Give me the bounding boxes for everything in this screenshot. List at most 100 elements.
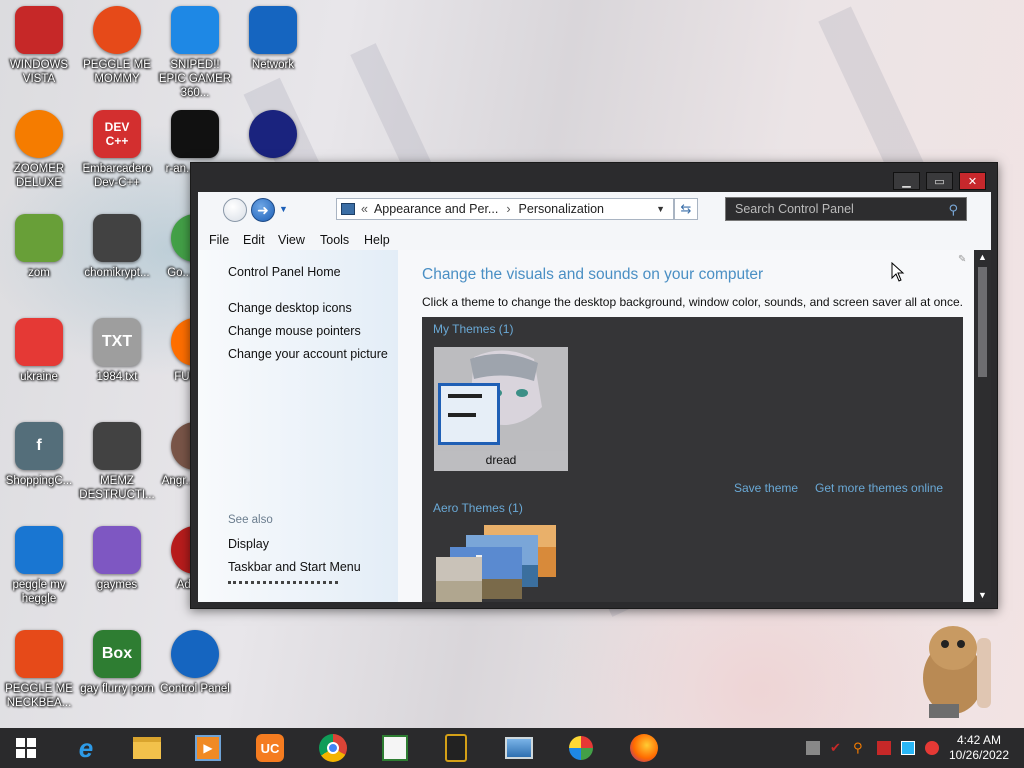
- search-input[interactable]: Search Control Panel ⚲: [725, 197, 967, 221]
- desktop-icon[interactable]: Control Panel: [156, 630, 234, 696]
- desktop-icon[interactable]: [234, 110, 312, 162]
- minimize-button[interactable]: ▁: [893, 172, 920, 190]
- tray-search-icon[interactable]: ⚲: [853, 741, 867, 755]
- menu-tools[interactable]: Tools: [320, 233, 349, 247]
- desktop-icon[interactable]: gaymes: [78, 526, 156, 592]
- chrome-taskbar-icon[interactable]: [317, 732, 349, 764]
- desktop-icon-label: WINDOWS VISTA: [9, 59, 69, 85]
- theme-name: dread: [485, 453, 517, 467]
- tray-app-icon[interactable]: [806, 741, 820, 755]
- aero-themes-heading: Aero Themes (1): [433, 501, 523, 515]
- desktop-icon[interactable]: Network: [234, 6, 312, 72]
- desktop-icon-label: ZOOMER DELUXE: [13, 163, 65, 189]
- uc-browser-taskbar-icon[interactable]: UC: [254, 732, 286, 764]
- desktop-icon-label: ukraine: [20, 371, 58, 383]
- page-heading: Change the visuals and sounds on your co…: [422, 266, 764, 283]
- maximize-button[interactable]: ▭: [926, 172, 953, 190]
- refresh-button[interactable]: ⇆: [674, 198, 698, 220]
- tray-volume-icon[interactable]: [925, 741, 939, 755]
- desktop-icon-label: Embarcadero Dev-C++: [82, 163, 152, 189]
- vertical-scrollbar[interactable]: ▲ ▼: [974, 250, 991, 602]
- scroll-up-icon[interactable]: ▲: [974, 252, 991, 262]
- windows-media-taskbar-icon[interactable]: [565, 732, 597, 764]
- change-desktop-icons-link[interactable]: Change desktop icons: [228, 301, 352, 315]
- desktop-icon-image: [15, 6, 63, 54]
- window-client-area: ➜ ▼ « Appearance and Per... › Personaliz…: [198, 192, 991, 602]
- desktop-icon[interactable]: f ShoppingC...: [0, 422, 78, 488]
- tray-network-icon[interactable]: [901, 741, 915, 755]
- internet-explorer-taskbar-icon[interactable]: e: [70, 732, 102, 764]
- desktop-icon-image: DEV C++: [93, 110, 141, 158]
- theme-tile-dread[interactable]: dread: [434, 347, 568, 471]
- get-more-themes-link[interactable]: Get more themes online: [815, 481, 943, 495]
- desktop-icon[interactable]: DEV C++ Embarcadero Dev-C++: [78, 110, 156, 190]
- menu-edit[interactable]: Edit: [243, 233, 265, 247]
- theme-preview-image: [434, 347, 568, 451]
- desktop-icon[interactable]: peggle my heggle: [0, 526, 78, 606]
- refresh-icon: ⇆: [680, 201, 692, 216]
- document-taskbar-icon[interactable]: [379, 732, 411, 764]
- tray-antivirus-icon[interactable]: ✔: [830, 741, 844, 755]
- desktop-icon-image: [249, 110, 297, 158]
- desktop-icon[interactable]: TXT 1984.txt: [78, 318, 156, 384]
- breadcrumb-separator[interactable]: ›: [506, 202, 510, 216]
- desktop-icon-image: [93, 526, 141, 574]
- desktop-icon-image: [93, 6, 141, 54]
- desktop-icon-label: peggle my heggle: [12, 579, 66, 605]
- desktop-icon[interactable]: zom: [0, 214, 78, 280]
- forward-button[interactable]: ➜: [251, 198, 275, 222]
- address-bar[interactable]: « Appearance and Per... › Personalizatio…: [336, 198, 674, 220]
- desktop-icon[interactable]: chomikrypt...: [78, 214, 156, 280]
- desktop-icon[interactable]: ZOOMER DELUXE: [0, 110, 78, 190]
- menu-file[interactable]: File: [209, 233, 229, 247]
- desktop-mascot-image: [915, 608, 1005, 726]
- address-dropdown-icon[interactable]: ▼: [656, 204, 665, 214]
- menu-view[interactable]: View: [278, 233, 305, 247]
- desktop-icon-label: gaymes: [96, 579, 138, 591]
- save-theme-link[interactable]: Save theme: [734, 481, 798, 495]
- desktop-icon[interactable]: MEMZ DESTRUCTI...: [78, 422, 156, 502]
- recent-pages-dropdown-icon[interactable]: ▼: [279, 204, 288, 214]
- desktop-icon-label: MEMZ DESTRUCTI...: [79, 475, 155, 501]
- display-link[interactable]: Display: [228, 537, 269, 551]
- aero-theme-tile[interactable]: [436, 525, 560, 602]
- close-button[interactable]: ✕: [959, 172, 986, 190]
- menu-help[interactable]: Help: [364, 233, 390, 247]
- desktop-icon-image: [15, 318, 63, 366]
- desktop-icon-label: PEGGLE ME NECKBEA...: [5, 683, 73, 709]
- desktop-icon[interactable]: PEGGLE ME NECKBEA...: [0, 630, 78, 710]
- desktop-icon-label: chomikrypt...: [84, 267, 150, 279]
- breadcrumb-chevrons[interactable]: «: [361, 202, 368, 216]
- desktop-icon[interactable]: WINDOWS VISTA: [0, 6, 78, 86]
- memz-taskbar-icon[interactable]: [440, 732, 472, 764]
- media-player-taskbar-icon[interactable]: ▶: [192, 732, 224, 764]
- scroll-thumb[interactable]: [978, 267, 987, 377]
- breadcrumb-personalization[interactable]: Personalization: [519, 202, 604, 216]
- desktop-icon[interactable]: Box gay flurry porn: [78, 630, 156, 696]
- desktop-icon-image: [15, 110, 63, 158]
- theme-list: My Themes (1) dread Save theme Get more …: [422, 317, 963, 602]
- control-panel-home-link[interactable]: Control Panel Home: [228, 265, 341, 279]
- photos-taskbar-icon[interactable]: [503, 732, 535, 764]
- scroll-down-icon[interactable]: ▼: [974, 590, 991, 600]
- desktop-icon[interactable]: PEGGLE ME MOMMY: [78, 6, 156, 86]
- desktop-icon-label: Network: [251, 59, 295, 71]
- breadcrumb-appearance[interactable]: Appearance and Per...: [374, 202, 498, 216]
- clipped-link[interactable]: [228, 581, 338, 585]
- windows-logo-icon: [16, 738, 36, 758]
- file-explorer-taskbar-icon[interactable]: [131, 732, 163, 764]
- firefox-taskbar-icon[interactable]: [628, 732, 660, 764]
- help-icon[interactable]: ✎: [958, 254, 966, 265]
- change-account-picture-link[interactable]: Change your account picture: [228, 347, 388, 361]
- desktop-icon[interactable]: SNIPED!! EPIC GAMER 360...: [156, 6, 234, 100]
- start-button[interactable]: [10, 732, 42, 764]
- arrow-right-icon: ➜: [257, 201, 269, 218]
- desktop-icon-image: [171, 110, 219, 158]
- clock[interactable]: 4:42 AM 10/26/2022: [944, 733, 1014, 763]
- back-button[interactable]: [223, 198, 247, 222]
- taskbar-start-menu-link[interactable]: Taskbar and Start Menu: [228, 560, 361, 574]
- change-mouse-pointers-link[interactable]: Change mouse pointers: [228, 324, 361, 338]
- desktop-icon-label: SNIPED!! EPIC GAMER 360...: [158, 59, 232, 99]
- tray-flag-icon[interactable]: [877, 741, 891, 755]
- desktop-icon[interactable]: ukraine: [0, 318, 78, 384]
